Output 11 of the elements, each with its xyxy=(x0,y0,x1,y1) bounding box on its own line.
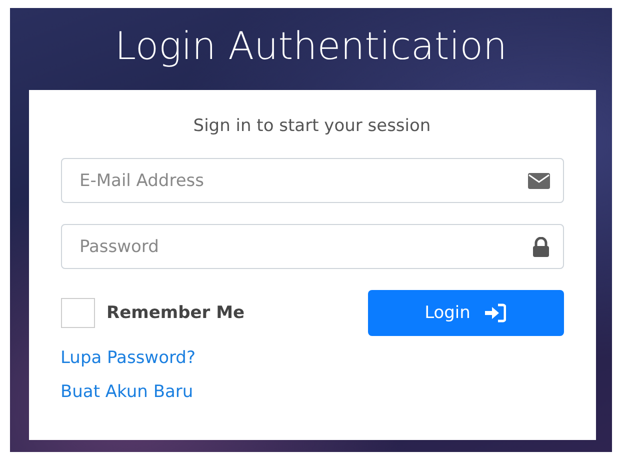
card-subtitle: Sign in to start your session xyxy=(192,116,432,136)
text-link[interactable]: Buat Akun Baru xyxy=(60,382,194,402)
email-field[interactable]: E-Mail Address xyxy=(60,158,564,203)
page-title: Login Authentication xyxy=(114,24,508,70)
sign-in-icon xyxy=(484,303,506,323)
login-button[interactable]: Login xyxy=(368,290,564,336)
lock-icon xyxy=(532,236,550,256)
remember-label: Remember Me xyxy=(106,303,245,323)
password-field[interactable]: Password xyxy=(60,224,564,269)
remember-checkbox[interactable] xyxy=(60,298,94,328)
text-link[interactable]: Lupa Password? xyxy=(60,348,196,368)
